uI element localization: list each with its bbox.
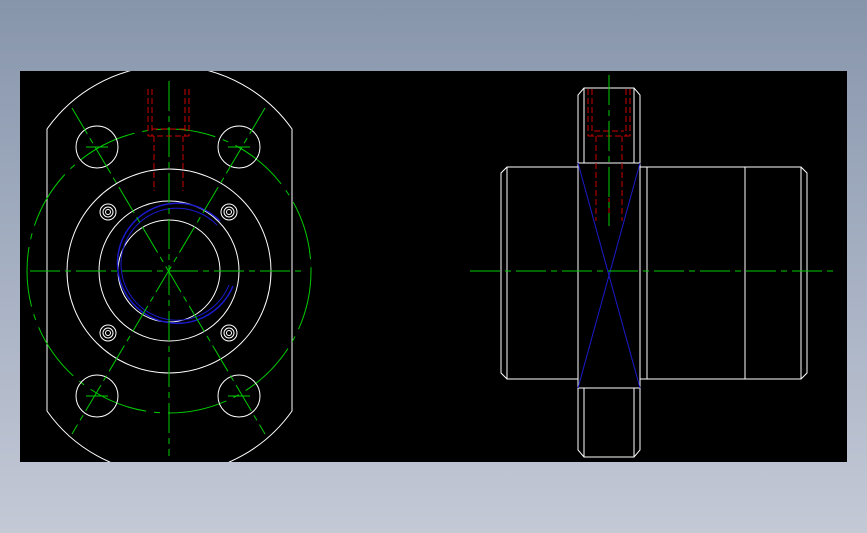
body-right-segment	[639, 166, 808, 380]
viewer-window	[0, 0, 867, 533]
cad-canvas[interactable]	[20, 71, 847, 462]
side-hidden-thread	[587, 89, 631, 221]
small-port-tr	[220, 203, 238, 221]
small-port-tl	[99, 203, 117, 221]
side-view	[470, 75, 838, 458]
ball-track-arc-inner	[120, 207, 230, 321]
body-left-segment	[500, 166, 579, 380]
bottom-stub	[577, 388, 641, 458]
front-view	[26, 71, 312, 462]
small-port-br	[220, 324, 238, 342]
small-port-bl	[99, 324, 117, 342]
